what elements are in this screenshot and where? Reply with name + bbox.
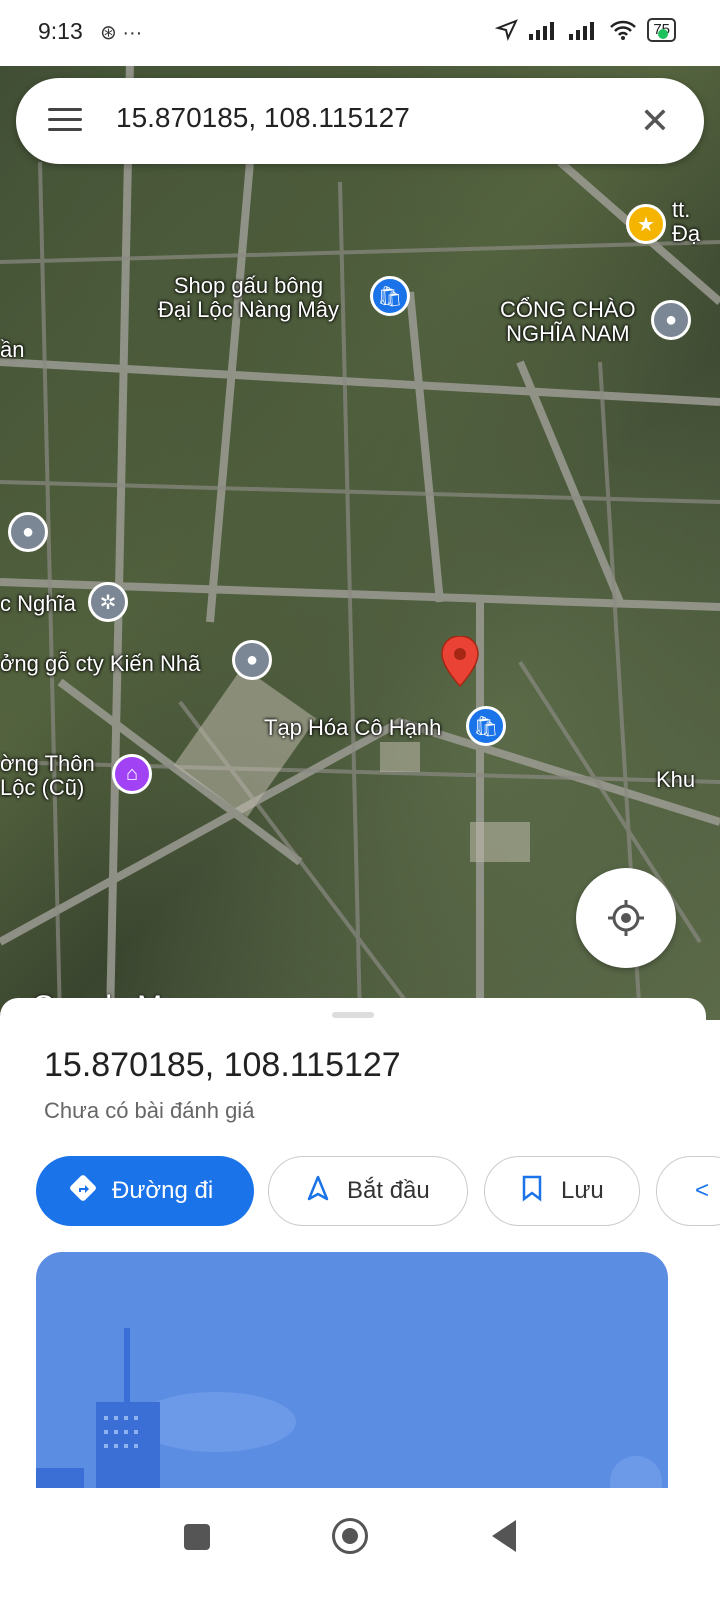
dropped-pin-icon[interactable] xyxy=(440,636,480,688)
poi-label-text: Shop gấu bông Đại Lộc Nàng Mây xyxy=(158,273,339,322)
poi-label-an[interactable]: ần xyxy=(0,338,24,362)
city-illustration xyxy=(36,1328,662,1492)
location-pin-icon[interactable]: ● xyxy=(651,300,691,340)
directions-button[interactable]: Đường đi xyxy=(36,1156,254,1226)
poi-label-text: ần xyxy=(0,337,25,362)
place-title: 15.870185, 108.115127 xyxy=(44,1046,401,1084)
poi-label-text: CỔNG CHÀO NGHĨA NAM xyxy=(500,297,636,346)
bookmark-icon xyxy=(515,1174,549,1209)
search-query[interactable]: 15.870185, 108.115127 xyxy=(116,102,410,134)
status-right: 75 xyxy=(495,18,676,42)
directions-label: Đường đi xyxy=(112,1177,214,1204)
start-label: Bắt đầu xyxy=(347,1177,430,1204)
status-bar: 9:13 ⊛ ··· 75 xyxy=(0,0,720,66)
save-label: Lưu xyxy=(561,1177,604,1204)
poi-label-text: ởng gỗ cty Kiến Nhã xyxy=(0,651,201,676)
poi-label-cong-chao[interactable]: CỔNG CHÀO NGHĨA NAM xyxy=(500,298,636,346)
home-button[interactable] xyxy=(332,1518,368,1554)
star-icon[interactable]: ★ xyxy=(626,204,666,244)
poi-label-tt[interactable]: tt. Đạ xyxy=(672,198,700,246)
school-icon[interactable]: ⌂ xyxy=(112,754,152,794)
poi-label-thon-loc[interactable]: ờng Thôn Lộc (Cũ) xyxy=(0,752,95,800)
signal-icon-2 xyxy=(569,22,595,40)
navigation-arrow-icon xyxy=(301,1174,335,1209)
poi-label-text: Khu xyxy=(656,767,696,792)
poi-label-text: Tạp Hóa Cô Hạnh xyxy=(264,715,442,740)
search-bar[interactable]: 15.870185, 108.115127 ✕ xyxy=(16,78,704,164)
system-nav-bar xyxy=(0,1488,720,1600)
poi-label-khu[interactable]: Khu xyxy=(656,768,695,792)
location-pin-icon[interactable]: ● xyxy=(8,512,48,552)
back-button[interactable] xyxy=(492,1520,516,1552)
street-view-banner[interactable] xyxy=(36,1252,668,1492)
poi-label-text: tt. Đạ xyxy=(672,197,701,246)
signal-icon xyxy=(529,22,555,40)
review-status: Chưa có bài đánh giá xyxy=(44,1098,255,1123)
recording-dot xyxy=(658,29,668,39)
share-button[interactable]: < xyxy=(656,1156,720,1226)
poi-label-tap-hoa[interactable]: Tạp Hóa Cô Hạnh xyxy=(264,716,441,740)
location-pin-icon[interactable]: ● xyxy=(232,640,272,680)
status-time: 9:13 xyxy=(38,18,83,44)
wifi-icon xyxy=(610,20,637,40)
directions-icon xyxy=(66,1173,100,1210)
poi-label-nghia[interactable]: c Nghĩa xyxy=(0,592,76,616)
poi-label-text: c Nghĩa xyxy=(0,591,76,616)
poi-label-shop-gau-bong[interactable]: Shop gấu bông Đại Lộc Nàng Mây xyxy=(158,274,339,322)
menu-icon[interactable] xyxy=(48,108,82,132)
start-button[interactable]: Bắt đầu xyxy=(268,1156,468,1226)
poi-label-text: ờng Thôn Lộc (Cũ) xyxy=(0,751,95,800)
notification-icons: ⊛ ··· xyxy=(100,22,143,44)
save-button[interactable]: Lưu xyxy=(484,1156,640,1226)
crosshair-icon xyxy=(608,900,644,936)
poi-label-kien-nha[interactable]: ởng gỗ cty Kiến Nhã xyxy=(0,652,200,676)
shopping-bag-icon[interactable]: 🛍 xyxy=(466,706,506,746)
shopping-bag-icon[interactable]: 🛍 xyxy=(370,276,410,316)
my-location-button[interactable] xyxy=(576,868,676,968)
share-icon: < xyxy=(694,1177,709,1204)
location-arrow-icon xyxy=(495,19,519,41)
recents-button[interactable] xyxy=(184,1524,210,1550)
close-icon[interactable]: ✕ xyxy=(640,100,670,142)
place-bottom-sheet[interactable]: 15.870185, 108.115127 Chưa có bài đánh g… xyxy=(0,998,720,1492)
drag-handle[interactable] xyxy=(332,1012,374,1018)
temple-icon[interactable]: ✲ xyxy=(88,582,128,622)
